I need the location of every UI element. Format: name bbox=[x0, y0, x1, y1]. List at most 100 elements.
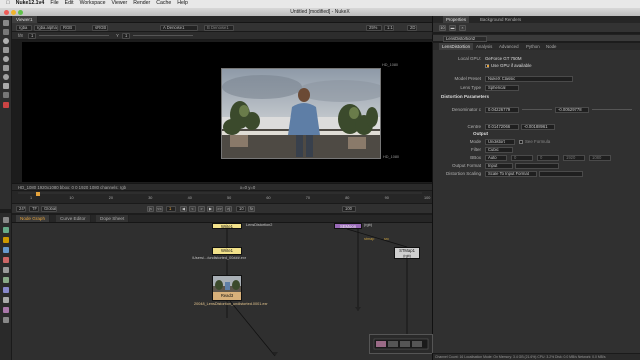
tab-background-renders[interactable]: Background Renders bbox=[477, 16, 524, 23]
loop-button[interactable]: ↻ bbox=[248, 206, 255, 212]
transform-nodes-icon[interactable] bbox=[3, 297, 9, 303]
paint-tool-icon[interactable] bbox=[3, 47, 9, 53]
node-preview-widget[interactable] bbox=[369, 334, 433, 354]
first-frame-button[interactable]: |< bbox=[147, 206, 154, 212]
lens-type-select[interactable]: Spherical bbox=[485, 84, 519, 91]
prev-keyframe-button[interactable]: << bbox=[156, 206, 163, 212]
tf-select[interactable]: TF bbox=[29, 206, 39, 212]
ratio-select[interactable]: 1:1 bbox=[384, 24, 394, 31]
distortion-scaling-select[interactable]: Scale To Input Format bbox=[485, 170, 537, 177]
merge-nodes-icon[interactable] bbox=[3, 287, 9, 293]
image-nodes-icon[interactable] bbox=[3, 217, 9, 223]
gain-field[interactable]: 1 bbox=[28, 33, 36, 39]
tab-viewer1[interactable]: Viewer1 bbox=[12, 16, 38, 23]
roto-tool-icon[interactable] bbox=[3, 38, 9, 44]
close-window-icon[interactable] bbox=[4, 9, 9, 15]
color-tool-icon[interactable] bbox=[3, 65, 9, 71]
distortion-scaling-format[interactable] bbox=[539, 170, 583, 177]
gain-slider[interactable] bbox=[39, 35, 109, 36]
global-select[interactable]: Global bbox=[41, 206, 57, 212]
node-write-top[interactable]: Write1 bbox=[212, 223, 242, 229]
merge-tool-icon[interactable] bbox=[3, 92, 9, 98]
centre-x-field[interactable]: 0.01472066 bbox=[485, 123, 519, 130]
node-stmap1[interactable]: STMap1 (rgb) bbox=[394, 247, 420, 259]
apple-icon[interactable]:  bbox=[6, 0, 10, 7]
denominator-c1-field[interactable]: 0.04226779 bbox=[485, 106, 519, 113]
timeline-ruler[interactable]: 1 10 20 30 40 50 60 70 80 90 100 bbox=[12, 190, 432, 203]
use-gpu-checkbox[interactable] bbox=[485, 63, 489, 68]
denominator-c1-slider[interactable] bbox=[522, 109, 552, 110]
bbox-r-field[interactable]: 1920 bbox=[563, 154, 585, 161]
alpha-select[interactable]: rgba.alpha bbox=[34, 24, 58, 31]
menu-edit[interactable]: Edit bbox=[65, 0, 74, 7]
channels-select[interactable]: rgba bbox=[16, 24, 32, 31]
play-backward-button[interactable]: ◀ bbox=[180, 206, 187, 212]
display-select[interactable]: sRGB bbox=[92, 24, 108, 31]
keyer-nodes-icon[interactable] bbox=[3, 277, 9, 283]
max-panels-field[interactable]: 10 bbox=[439, 24, 446, 31]
pen-tool-icon[interactable] bbox=[3, 102, 9, 108]
mode-select[interactable]: Undistort bbox=[485, 138, 515, 145]
minimize-window-icon[interactable] bbox=[11, 9, 16, 15]
colorspace-select[interactable]: RGB bbox=[60, 24, 76, 31]
current-frame-field[interactable]: 1 bbox=[166, 206, 176, 212]
centre-y-field[interactable]: -0.00188961 bbox=[521, 123, 555, 130]
node-name-field[interactable]: LensDistortion2 bbox=[443, 35, 487, 42]
last-frame-button[interactable]: >| bbox=[225, 206, 232, 212]
select-tool-icon[interactable] bbox=[3, 20, 9, 26]
view-mode-select[interactable]: 2D bbox=[407, 24, 417, 31]
next-frame-button[interactable]: > bbox=[198, 206, 205, 212]
blur-tool-icon[interactable] bbox=[3, 56, 9, 62]
time-nodes-icon[interactable] bbox=[3, 237, 9, 243]
input-a-select[interactable]: A Denoise1 bbox=[160, 24, 198, 31]
menu-file[interactable]: File bbox=[50, 0, 58, 7]
bbox-t-field[interactable]: 1080 bbox=[589, 154, 611, 161]
tab-lensdistortion[interactable]: LensDistortion bbox=[439, 43, 474, 50]
step-field[interactable]: 10 bbox=[236, 206, 246, 212]
filter-nodes-icon[interactable] bbox=[3, 267, 9, 273]
3d-tool-icon[interactable] bbox=[3, 83, 9, 89]
color-nodes-icon[interactable] bbox=[3, 257, 9, 263]
input-b-select[interactable]: B Denoise1 bbox=[204, 24, 234, 31]
output-format-select[interactable]: Input bbox=[485, 162, 513, 169]
output-format-resolution[interactable] bbox=[515, 162, 559, 169]
play-forward-button[interactable]: ▶ bbox=[207, 206, 214, 212]
transform-tool-icon[interactable] bbox=[3, 29, 9, 35]
lock-panel-icon[interactable]: ▬ bbox=[449, 24, 456, 31]
menu-app-name[interactable]: Nuke12.1v4 bbox=[16, 0, 45, 7]
menu-workspace[interactable]: Workspace bbox=[80, 0, 106, 7]
gamma-field[interactable]: 1 bbox=[122, 33, 130, 39]
model-preset-select[interactable]: NukeX Classic bbox=[485, 75, 573, 82]
denominator-c2-slider[interactable] bbox=[592, 109, 632, 110]
filter-select[interactable]: Cubic bbox=[485, 146, 513, 153]
node-semoon[interactable]: SEMoon bbox=[334, 223, 362, 229]
tab-properties[interactable]: Properties bbox=[443, 16, 470, 23]
menu-cache[interactable]: Cache bbox=[156, 0, 171, 7]
bbox-x-field[interactable]: 0 bbox=[511, 154, 533, 161]
fps-field[interactable]: 24* bbox=[16, 206, 26, 212]
menu-help[interactable]: Help bbox=[177, 0, 188, 7]
clear-panels-icon[interactable]: × bbox=[459, 24, 466, 31]
bbox-y-field[interactable]: 0 bbox=[537, 154, 559, 161]
filter-tool-icon[interactable] bbox=[3, 74, 9, 80]
tab-python[interactable]: Python bbox=[523, 43, 543, 50]
draw-nodes-icon[interactable] bbox=[3, 227, 9, 233]
channel-nodes-icon[interactable] bbox=[3, 247, 9, 253]
node-read3[interactable]: Read3 bbox=[212, 275, 242, 301]
zoom-select[interactable]: 25% bbox=[366, 24, 382, 31]
tab-curve-editor[interactable]: Curve Editor bbox=[56, 215, 91, 222]
see-formula-checkbox[interactable] bbox=[519, 139, 523, 144]
other-nodes-icon[interactable] bbox=[3, 317, 9, 323]
tab-node[interactable]: Node bbox=[543, 43, 560, 50]
prev-frame-button[interactable]: < bbox=[189, 206, 196, 212]
3d-nodes-icon[interactable] bbox=[3, 307, 9, 313]
next-keyframe-button[interactable]: >> bbox=[216, 206, 223, 212]
tab-node-graph[interactable]: Node Graph bbox=[16, 215, 51, 222]
end-frame-field[interactable]: 100 bbox=[342, 206, 356, 212]
gamma-slider[interactable] bbox=[133, 35, 193, 36]
node-write1[interactable]: Write1 bbox=[212, 247, 242, 255]
zoom-window-icon[interactable] bbox=[18, 9, 23, 15]
tab-analysis[interactable]: Analysis bbox=[473, 43, 495, 50]
tab-dope-sheet[interactable]: Dope Sheet bbox=[96, 215, 130, 222]
denominator-c2-field[interactable]: -0.00529778 bbox=[555, 106, 589, 113]
